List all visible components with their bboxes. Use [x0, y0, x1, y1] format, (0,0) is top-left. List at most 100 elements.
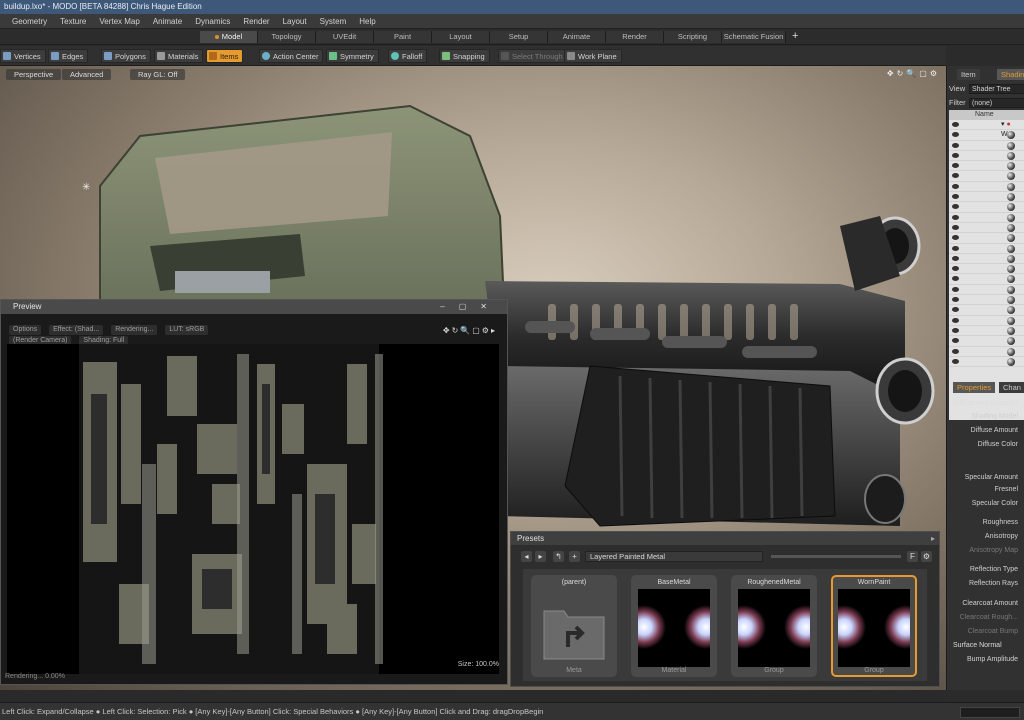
menu-vertex-map[interactable]: Vertex Map	[99, 17, 139, 26]
tree-row[interactable]	[949, 202, 1024, 213]
tree-row[interactable]	[949, 316, 1024, 326]
tab-layout[interactable]: Layout	[432, 31, 490, 43]
view-perspective-button[interactable]: Perspective	[6, 69, 62, 80]
preset-path-dropdown[interactable]: Layered Painted Metal	[585, 551, 763, 562]
tree-row[interactable]	[949, 305, 1024, 316]
preset-wornpaint[interactable]: WornPaint Group	[831, 575, 917, 677]
forward-arrow-icon[interactable]: ▸	[535, 551, 546, 562]
tree-row[interactable]	[949, 254, 1024, 265]
menu-help[interactable]: Help	[359, 17, 375, 26]
eye-icon[interactable]	[952, 286, 959, 292]
eye-icon[interactable]	[952, 122, 959, 127]
items-button[interactable]: Items	[206, 49, 244, 63]
window-controls[interactable]: –▢✕	[440, 300, 501, 314]
eye-icon[interactable]	[952, 142, 959, 148]
eye-icon[interactable]	[952, 173, 959, 179]
edges-button[interactable]: Edges	[48, 49, 89, 63]
eye-icon[interactable]	[952, 224, 959, 230]
tree-row[interactable]	[949, 192, 1024, 203]
eye-icon[interactable]	[952, 307, 959, 313]
tree-row[interactable]	[949, 130, 1024, 141]
materials-button[interactable]: Materials	[154, 49, 204, 63]
menu-geometry[interactable]: Geometry	[12, 17, 47, 26]
tree-row[interactable]	[949, 347, 1024, 357]
action-center-button[interactable]: Action Center	[259, 49, 324, 63]
eye-icon[interactable]	[952, 276, 959, 282]
preview-lut-dropdown[interactable]: LUT: sRGB	[165, 325, 209, 335]
viewport-nav-icons[interactable]: ✥↻🔍▢⚙	[887, 69, 940, 78]
symmetry-button[interactable]: Symmetry	[326, 49, 379, 63]
preview-effect-dropdown[interactable]: Effect: (Shad...	[49, 325, 104, 335]
tree-row[interactable]	[949, 223, 1024, 234]
snapping-button[interactable]: Snapping	[439, 49, 490, 63]
tab-render[interactable]: Render	[606, 31, 664, 43]
menu-render[interactable]: Render	[243, 17, 269, 26]
filter-dropdown[interactable]: (none)	[969, 98, 1024, 108]
eye-icon[interactable]	[952, 204, 959, 210]
shader-tree[interactable]: Name ▾ ● Wor	[949, 110, 1024, 420]
eye-icon[interactable]	[952, 266, 959, 272]
tree-row[interactable]	[949, 171, 1024, 182]
tree-row[interactable]	[949, 213, 1024, 223]
timeline-strip[interactable]	[0, 690, 946, 702]
tab-animate[interactable]: Animate	[548, 31, 606, 43]
tab-schematic-fusion[interactable]: Schematic Fusion	[722, 31, 786, 43]
tree-row[interactable]	[949, 182, 1024, 193]
tab-item[interactable]: Item	[957, 69, 980, 80]
tab-setup[interactable]: Setup	[490, 31, 548, 43]
add-tab-icon[interactable]: +	[792, 30, 798, 42]
tree-row[interactable]	[949, 244, 1024, 254]
eye-icon[interactable]	[952, 327, 959, 333]
tree-row[interactable]	[949, 141, 1024, 151]
work-plane-button[interactable]: Work Plane	[564, 49, 622, 63]
tree-row[interactable]	[949, 264, 1024, 275]
eye-icon[interactable]	[952, 297, 959, 303]
eye-icon[interactable]	[952, 338, 959, 344]
eye-icon[interactable]	[952, 183, 959, 189]
tab-paint[interactable]: Paint	[374, 31, 432, 43]
tab-shading[interactable]: Shading	[997, 69, 1024, 80]
menu-texture[interactable]: Texture	[60, 17, 86, 26]
preview-render-area[interactable]	[7, 344, 499, 674]
vertices-button[interactable]: Vertices	[0, 49, 46, 63]
preset-parent-folder[interactable]: (parent) Meta	[531, 575, 617, 677]
parent-folder-icon[interactable]: ↰	[553, 551, 564, 562]
menu-animate[interactable]: Animate	[153, 17, 182, 26]
tree-row[interactable]	[949, 285, 1024, 296]
polygons-button[interactable]: Polygons	[101, 49, 151, 63]
add-preset-icon[interactable]: +	[569, 551, 580, 562]
command-input[interactable]	[960, 707, 1020, 718]
tab-channels[interactable]: Chan	[999, 382, 1024, 393]
menu-system[interactable]: System	[320, 17, 347, 26]
tab-uvedit[interactable]: UVEdit	[316, 31, 374, 43]
tab-model[interactable]: Model	[200, 31, 258, 43]
menu-layout[interactable]: Layout	[283, 17, 307, 26]
preview-nav-icons[interactable]: ✥↻🔍▢⚙▸	[443, 326, 497, 335]
falloff-button[interactable]: Falloff	[388, 49, 428, 63]
eye-icon[interactable]	[952, 358, 959, 364]
view-style-button[interactable]: Advanced	[62, 69, 112, 80]
tree-row[interactable]	[949, 161, 1024, 172]
select-through-button[interactable]: Select Through	[498, 49, 568, 63]
thumbnail-size-slider[interactable]	[771, 555, 901, 558]
presets-settings-icon[interactable]: ⚙	[921, 551, 932, 562]
tab-scripting[interactable]: Scripting	[664, 31, 722, 43]
eye-icon[interactable]	[952, 132, 959, 138]
tree-row[interactable]	[949, 151, 1024, 162]
presets-close-icon[interactable]: ▸	[931, 532, 935, 545]
eye-icon[interactable]	[952, 255, 959, 261]
tab-topology[interactable]: Topology	[258, 31, 316, 43]
preset-basemetal[interactable]: BaseMetal Material	[631, 575, 717, 677]
tree-row[interactable]	[949, 274, 1024, 285]
tree-row[interactable]	[949, 336, 1024, 347]
eye-icon[interactable]	[952, 163, 959, 169]
back-arrow-icon[interactable]: ◂	[521, 551, 532, 562]
tree-row[interactable]	[949, 233, 1024, 244]
eye-icon[interactable]	[952, 214, 959, 220]
preview-options-button[interactable]: Options	[9, 325, 42, 335]
preset-roughenedmetal[interactable]: RoughenedMetal Group	[731, 575, 817, 677]
eye-icon[interactable]	[952, 317, 959, 323]
tree-row[interactable]	[949, 326, 1024, 337]
tree-row[interactable]	[949, 295, 1024, 306]
ray-gl-button[interactable]: Ray GL: Off	[130, 69, 186, 80]
